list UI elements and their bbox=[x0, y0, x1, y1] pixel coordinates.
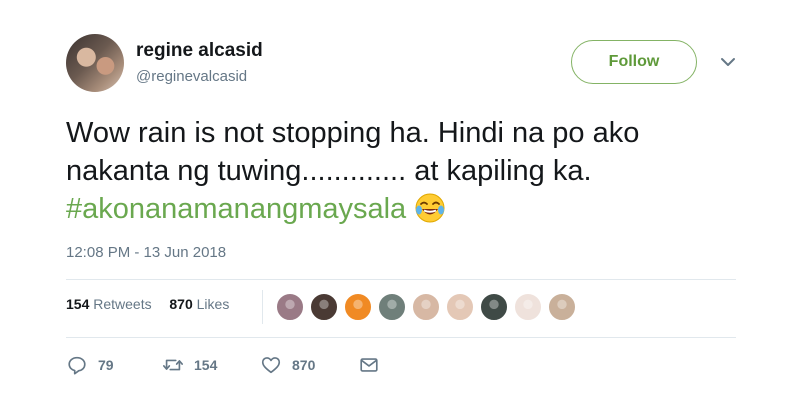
envelope-icon[interactable] bbox=[358, 354, 380, 376]
direct-message-action[interactable] bbox=[358, 352, 380, 378]
liker-avatar[interactable] bbox=[344, 293, 372, 321]
divider bbox=[66, 337, 736, 338]
likes-label[interactable]: Likes bbox=[197, 296, 230, 312]
retweet-count: 154 bbox=[194, 357, 218, 373]
tweet-header: regine alcasid @reginevalcasid Follow bbox=[66, 34, 746, 94]
retweets-count[interactable]: 154 bbox=[66, 296, 89, 312]
heart-icon[interactable] bbox=[260, 354, 282, 376]
hashtag-link[interactable]: #akonanamanangmaysala bbox=[66, 193, 406, 225]
tweet-text-line: nakanta ng tuwing............. at kapili… bbox=[66, 155, 592, 187]
retweets-label[interactable]: Retweets bbox=[93, 296, 151, 312]
tweet-actions: 79 154 870 bbox=[66, 352, 466, 380]
tweet-text-line: Wow rain is not stopping ha. Hindi na po… bbox=[66, 117, 640, 149]
tweet-timestamp[interactable]: 12:08 PM - 13 Jun 2018 bbox=[66, 244, 226, 261]
liker-avatar[interactable] bbox=[412, 293, 440, 321]
liker-avatar[interactable] bbox=[548, 293, 576, 321]
face-with-tears-of-joy-icon bbox=[415, 193, 445, 223]
liker-avatar[interactable] bbox=[480, 293, 508, 321]
avatar[interactable] bbox=[66, 34, 124, 92]
liker-avatar[interactable] bbox=[378, 293, 406, 321]
reply-action[interactable]: 79 bbox=[66, 352, 114, 378]
tweet-text: Wow rain is not stopping ha. Hindi na po… bbox=[66, 114, 756, 228]
liker-avatar[interactable] bbox=[310, 293, 338, 321]
divider bbox=[66, 279, 736, 280]
reply-count: 79 bbox=[98, 357, 114, 373]
like-action[interactable]: 870 bbox=[260, 352, 315, 378]
chevron-down-icon[interactable] bbox=[716, 50, 740, 74]
retweet-action[interactable]: 154 bbox=[162, 352, 217, 378]
liker-avatar[interactable] bbox=[446, 293, 474, 321]
user-handle[interactable]: @reginevalcasid bbox=[136, 68, 247, 85]
liker-avatar[interactable] bbox=[514, 293, 542, 321]
follow-button[interactable]: Follow bbox=[571, 40, 697, 84]
liker-avatar[interactable] bbox=[276, 293, 304, 321]
reply-icon[interactable] bbox=[66, 354, 88, 376]
stats-separator bbox=[262, 290, 263, 324]
tweet-stats: 154 Retweets 870 Likes bbox=[66, 296, 229, 312]
user-name[interactable]: regine alcasid bbox=[136, 40, 263, 62]
like-count: 870 bbox=[292, 357, 316, 373]
tweet-text-line: #akonanamanangmaysala bbox=[66, 190, 756, 228]
retweet-icon[interactable] bbox=[162, 354, 184, 376]
likes-count[interactable]: 870 bbox=[169, 296, 192, 312]
